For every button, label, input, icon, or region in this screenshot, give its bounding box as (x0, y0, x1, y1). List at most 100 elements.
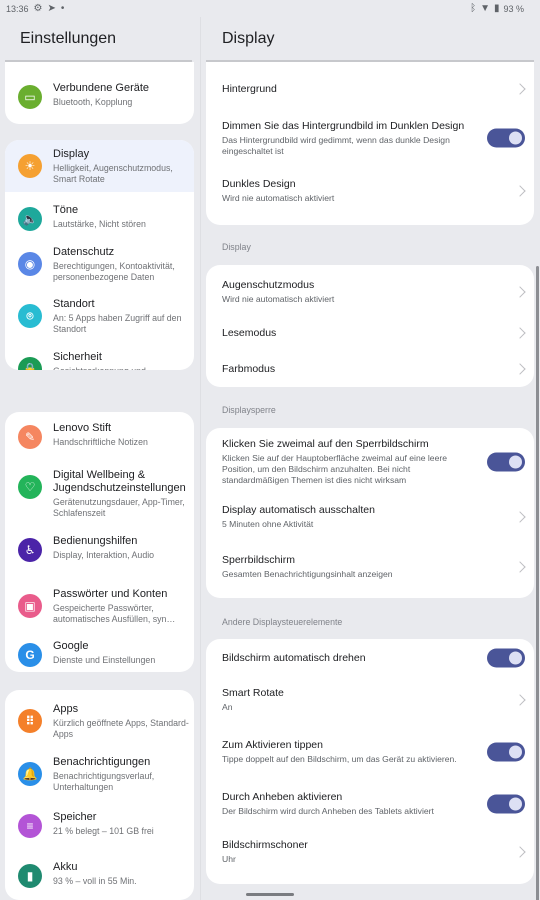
sidebar-item-speicher[interactable]: ≡ Speicher 21 % belegt – 101 GB frei (5, 811, 194, 838)
settings-card-display: Augenschutzmodus Wird nie automatisch akt… (206, 265, 534, 387)
chevron-right-icon (514, 363, 526, 375)
toggle-switch[interactable] (487, 648, 525, 668)
sidebar-item-verbundene-geraete[interactable]: ▭ Verbundene Geräte Bluetooth, Kopplung (5, 82, 194, 109)
toggle-switch[interactable] (487, 128, 525, 148)
toggle-switch[interactable] (487, 742, 525, 762)
setting-row-dunkles-design[interactable]: Dunkles Design Wird nie automatisch aktiv… (206, 166, 534, 216)
setting-subtitle: Gesamten Benachrichtigungsinhalt anzeige… (222, 569, 393, 579)
setting-subtitle: Wird nie automatisch aktiviert (222, 193, 335, 203)
sidebar-item-passwoerter[interactable]: ▣ Passwörter und Konten Gespeicherte Passw… (5, 588, 194, 625)
display-settings-list[interactable]: Hintergrund Dimmen Sie das Hintergrundbil… (201, 62, 540, 900)
setting-title: Lesemodus (222, 326, 277, 339)
setting-title: Bildschirmschoner (222, 839, 308, 851)
nav-item-subtitle: Bluetooth, Kopplung (53, 97, 133, 107)
setting-row-smart-rotate[interactable]: Smart Rotate An (206, 677, 534, 723)
settings-group-card: ✎ Lenovo Stift Handschriftliche Notizen ♡ Di… (5, 412, 194, 672)
detail-title: Display (222, 29, 275, 47)
nav-item-text: Digital Wellbeing & Jugendschutzeinstell… (53, 469, 194, 519)
settings-card-lockscreen: Klicken Sie zweimal auf den Sperrbildsch… (206, 428, 534, 598)
setting-subtitle: An (222, 702, 233, 712)
setting-title: Farbmodus (222, 362, 276, 375)
sidebar-item-benachrichtigungen[interactable]: 🔔 Benachrichtigungen Benachrichtigungsverl… (5, 756, 194, 793)
storage-icon: ≡ (18, 814, 42, 838)
setting-subtitle: Uhr (222, 854, 236, 864)
setting-title: Sperrbildschirm (222, 554, 295, 566)
chevron-right-icon (514, 286, 526, 298)
section-header-displaysperre: Displaysperre (222, 405, 276, 415)
chevron-right-icon (514, 327, 526, 339)
apps-grid-icon: ⠿ (18, 709, 42, 733)
setting-row-dimmen[interactable]: Dimmen Sie das Hintergrundbild im Dunkle… (206, 110, 534, 166)
setting-row-anheben-aktivieren[interactable]: Durch Anheben aktivieren Der Bildschirm w… (206, 781, 534, 827)
setting-row-lesemodus[interactable]: Lesemodus (206, 315, 534, 351)
setting-row-sperrbildschirm[interactable]: Sperrbildschirm Gesamten Benachrichtigung… (206, 542, 534, 592)
nav-item-text: Display Helligkeit, Augenschutzmodus, Sma… (53, 148, 194, 185)
devices-icon: ▭ (18, 85, 42, 109)
setting-row-bildschirmschoner[interactable]: Bildschirmschoner Uhr (206, 827, 534, 877)
battery-percent: 93 % (503, 3, 524, 14)
settings-nav-pane: Einstellungen WLAN▭Verbundene GeräteBlue… (0, 17, 200, 900)
sidebar-item-lenovo-stift[interactable]: ✎ Lenovo Stift Handschriftliche Notizen (5, 422, 194, 449)
gear-icon: ⚙ (33, 2, 43, 14)
nav-item-label: Benachrichtigungen (53, 756, 151, 768)
privacy-eye-icon: ◉ (18, 252, 42, 276)
settings-nav-list[interactable]: WLAN▭Verbundene GeräteBluetooth, Kopplun… (0, 62, 200, 900)
status-bar: 13:36 ⚙ ➤ • ᛒ ▼ ▮ 93 % (0, 0, 540, 17)
nav-item-text: Passwörter und Konten Gespeicherte Passwö… (53, 588, 194, 625)
setting-subtitle: Tippe doppelt auf den Bildschirm, um das… (222, 754, 457, 764)
toggle-switch[interactable] (487, 452, 525, 472)
settings-group-card: WLAN▭Verbundene GeräteBluetooth, Kopplun… (5, 62, 194, 124)
nav-item-text: Benachrichtigungen Benachrichtigungsverla… (53, 756, 194, 793)
nav-item-text: Verbundene Geräte Bluetooth, Kopplung (53, 82, 194, 108)
setting-row-augenschutzmodus[interactable]: Augenschutzmodus Wird nie automatisch akt… (206, 269, 534, 315)
battery-icon: ▮ (18, 864, 42, 888)
toggle-switch[interactable] (487, 794, 525, 814)
setting-row-zum-aktivieren-tippen[interactable]: Zum Aktivieren tippen Tippe doppelt auf d… (206, 723, 534, 781)
nav-item-subtitle: Helligkeit, Augenschutzmodus, Smart Rota… (53, 163, 173, 184)
sidebar-item-bedienungshilfen[interactable]: ♿ Bedienungshilfen Display, Interaktion, A… (5, 535, 194, 562)
settings-group-card: ☀ Display Helligkeit, Augenschutzmodus, Sm… (5, 140, 194, 370)
setting-subtitle: Wird nie automatisch aktiviert (222, 294, 335, 304)
sidebar-item-sicherheit[interactable]: 🔒 Sicherheit Gesichtserkennung und Display… (5, 351, 194, 370)
battery-icon: ▮ (493, 2, 500, 14)
sidebar-item-akku[interactable]: ▮ Akku 93 % – voll in 55 Min. (5, 861, 194, 888)
wellbeing-icon: ♡ (18, 475, 42, 499)
sidebar-item-toene[interactable]: 🔈 Töne Lautstärke, Nicht stören (5, 204, 194, 231)
home-gesture-handle[interactable] (246, 893, 294, 896)
sidebar-item-apps[interactable]: ⠿ Apps Kürzlich geöffnete Apps, Standard-A… (5, 703, 194, 740)
nav-item-label: Datenschutz (53, 246, 115, 258)
setting-row-hintergrund[interactable]: Hintergrund (206, 68, 534, 110)
nav-item-text: Akku 93 % – voll in 55 Min. (53, 861, 194, 887)
setting-row-farbmodus[interactable]: Farbmodus (206, 351, 534, 387)
scrollbar[interactable] (536, 266, 539, 900)
sidebar-item-digital-wellbeing[interactable]: ♡ Digital Wellbeing & Jugendschutzeinstel… (5, 469, 194, 519)
nav-item-subtitle: Dienste und Einstellungen (53, 655, 156, 665)
lock-icon: 🔒 (18, 357, 42, 370)
sidebar-item-datenschutz[interactable]: ◉ Datenschutz Berechtigungen, Kontoaktivit… (5, 246, 194, 283)
nav-item-label: Standort (53, 298, 95, 310)
setting-row-auto-drehen[interactable]: Bildschirm automatisch drehen (206, 639, 534, 677)
sidebar-item-google[interactable]: G Google Dienste und Einstellungen (5, 640, 194, 667)
sidebar-item-display[interactable]: ☀ Display Helligkeit, Augenschutzmodus, Sm… (5, 140, 194, 192)
display-settings-pane: Display Hintergrund Dimmen Sie das Hinter… (200, 17, 540, 900)
brightness-icon: ☀ (18, 154, 42, 178)
nav-item-label: Digital Wellbeing & Jugendschutzeinstell… (53, 469, 186, 494)
chevron-right-icon (514, 511, 526, 523)
setting-title: Dunkles Design (222, 178, 296, 190)
nav-item-label: Bedienungshilfen (53, 535, 138, 547)
setting-row-zweimal-klicken[interactable]: Klicken Sie zweimal auf den Sperrbildsch… (206, 432, 534, 492)
nav-item-label: Apps (53, 703, 79, 715)
nav-item-subtitle: 21 % belegt – 101 GB frei (53, 826, 154, 836)
sidebar-item-standort[interactable]: ⌾ Standort An: 5 Apps haben Zugriff auf de… (5, 298, 194, 335)
chevron-right-icon (514, 185, 526, 197)
setting-title: Smart Rotate (222, 687, 284, 699)
nav-item-subtitle: Handschriftliche Notizen (53, 437, 148, 447)
setting-row-display-ausschalten[interactable]: Display automatisch ausschalten 5 Minuten… (206, 492, 534, 542)
telegram-icon: ➤ (47, 2, 56, 14)
nav-item-subtitle: An: 5 Apps haben Zugriff auf den Standor… (53, 313, 182, 334)
nav-item-label: Passwörter und Konten (53, 588, 168, 600)
nav-item-subtitle: Gerätenutzungsdauer, App-Timer, Schlafen… (53, 497, 185, 518)
nav-item-label: Google (53, 640, 89, 652)
accessibility-icon: ♿ (18, 538, 42, 562)
nav-item-subtitle: Benachrichtigungsverlauf, Unterhaltungen (53, 771, 155, 792)
